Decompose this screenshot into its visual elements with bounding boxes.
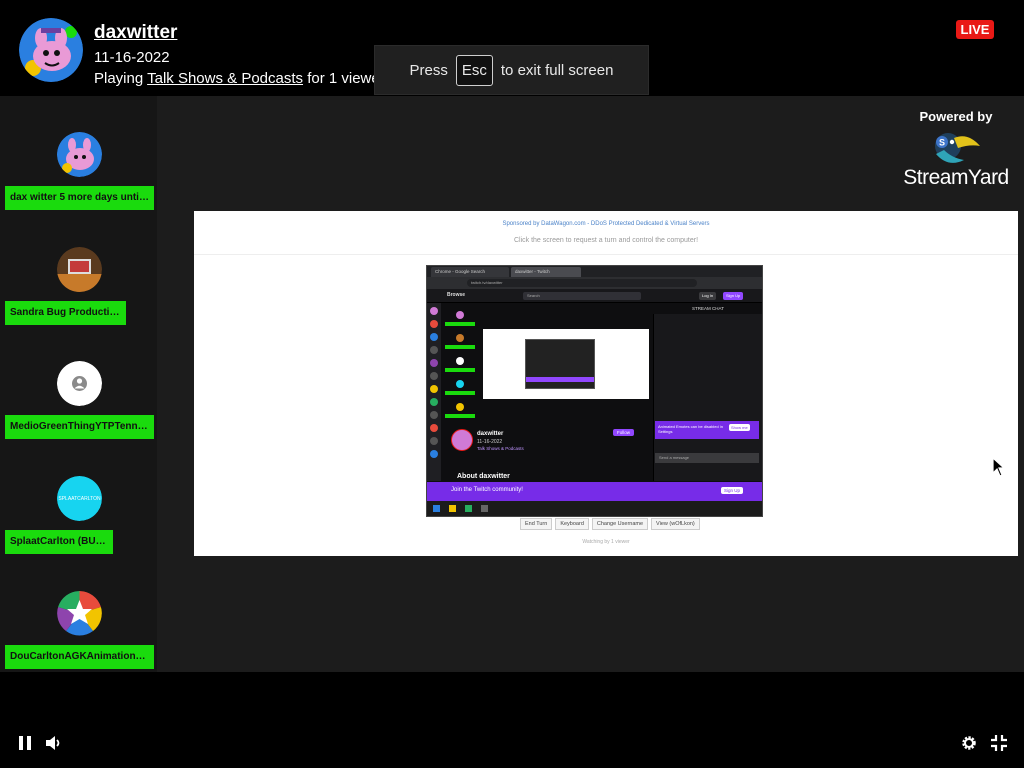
- guest-list: dax witter 5 more days until... Sandra B…: [0, 96, 157, 672]
- control-buttons: End Turn Keyboard Change Username View (…: [520, 518, 700, 530]
- guest-name-label: dax witter 5 more days until...: [5, 186, 154, 210]
- channel-avatar[interactable]: [19, 18, 83, 82]
- guest-tile: Sandra Bug Productions: [0, 247, 157, 362]
- follow-button[interactable]: Follow: [613, 429, 635, 436]
- guest-avatar: SPLAATCARLTON: [57, 476, 102, 521]
- twitch-channel-name: daxwitter: [477, 431, 504, 437]
- twitch-login-button[interactable]: Log In: [699, 292, 717, 300]
- twitch-category[interactable]: Talk Shows & Podcasts: [477, 446, 524, 451]
- viewer-count: for 1 viewer: [307, 70, 380, 87]
- address-bar[interactable]: twitch.tv/daxwitter: [467, 279, 697, 287]
- toast-prefix: Press: [409, 61, 448, 79]
- nested-guest-list: [441, 303, 481, 443]
- join-text: Join the Twitch community!: [451, 487, 523, 493]
- keyboard-button[interactable]: Keyboard: [555, 518, 589, 530]
- live-badge: LIVE: [956, 20, 994, 39]
- guest-name-label: SplaatCarlton (BUSY): [5, 530, 113, 554]
- guest-avatar: [57, 591, 102, 636]
- divider: [194, 254, 1018, 255]
- about-heading: About daxwitter: [457, 473, 510, 480]
- end-turn-button[interactable]: End Turn: [520, 518, 553, 530]
- view-button[interactable]: View (wOfLkon): [651, 518, 700, 530]
- guest-tile: MedioGreenThingYTPTennis...: [0, 361, 157, 476]
- dax-avatar-icon: [57, 132, 102, 177]
- instruction-text: Click the screen to request a turn and c…: [513, 237, 699, 244]
- browser-tab-strip: Chrome - Google Search daxwitter - Twitc…: [427, 266, 762, 277]
- star-avatar-icon: [57, 591, 102, 636]
- twitch-stream-title: 11-16-2022: [477, 439, 503, 445]
- nested-player: [481, 303, 651, 418]
- stream-title: 11-16-2022: [94, 49, 170, 66]
- os-taskbar: [427, 501, 762, 516]
- playing-prefix: Playing: [94, 70, 144, 87]
- gear-icon[interactable]: [960, 734, 978, 752]
- exit-fullscreen-icon[interactable]: [990, 734, 1008, 752]
- splaatcarlton-avatar-icon: SPLAATCARLTON: [57, 476, 102, 521]
- toast-suffix: to exit full screen: [500, 61, 614, 79]
- streamyard-logo-icon: S: [935, 133, 980, 163]
- guest-name-label: Sandra Bug Productions: [5, 301, 126, 325]
- mouse-cursor-icon: [992, 457, 1006, 477]
- emote-prompt: Animated Emotes can be disabled in Setti…: [655, 421, 759, 439]
- streamyard-wordmark: StreamYard: [903, 166, 1009, 189]
- pause-icon[interactable]: [16, 734, 34, 752]
- dax-avatar-icon: [19, 18, 83, 82]
- streamyard-branding: Powered by S StreamYard: [896, 109, 1016, 190]
- browser-tab[interactable]: daxwitter - Twitch: [511, 267, 581, 277]
- twitch-channel-avatar: [451, 429, 473, 451]
- fullscreen-toast: Press Esc to exit full screen: [374, 45, 649, 95]
- volume-icon[interactable]: [44, 734, 62, 752]
- change-username-button[interactable]: Change Username: [591, 518, 649, 530]
- guest-avatar: [57, 247, 102, 292]
- svg-text:S: S: [939, 138, 945, 148]
- sponsor-text: Sponsored by DataWagon.com - DDoS Protec…: [502, 221, 710, 227]
- emote-prompt-text: Animated Emotes can be disabled in Setti…: [658, 424, 723, 434]
- chat-input[interactable]: Send a message: [655, 453, 759, 463]
- channel-name-link[interactable]: daxwitter: [94, 22, 177, 44]
- browser-toolbar: twitch.tv/daxwitter: [427, 277, 762, 289]
- video-player[interactable]: dax witter 5 more days until... Sandra B…: [0, 96, 1024, 672]
- twitch-side-rail: [427, 303, 441, 481]
- powered-by-label: Powered by: [919, 109, 993, 124]
- twitch-nav: Browse Search Log In Sign Up: [427, 289, 762, 303]
- remote-browser-window[interactable]: Chrome - Google Search daxwitter - Twitc…: [426, 265, 763, 517]
- twitch-search-input[interactable]: Search: [523, 292, 641, 300]
- guest-tile: dax witter 5 more days until...: [0, 132, 157, 247]
- playing-line: Playing Talk Shows & Podcasts for 1 view…: [94, 70, 380, 87]
- stream-chat-title: STREAM CHAT: [692, 306, 724, 311]
- category-link[interactable]: Talk Shows & Podcasts: [147, 70, 303, 87]
- player-controls: [0, 672, 1024, 768]
- join-banner: Join the Twitch community! Sign Up: [427, 482, 762, 501]
- watching-text: Watching by 1 viewer: [582, 539, 630, 545]
- guest-avatar: [57, 361, 102, 406]
- default-user-icon: [57, 361, 102, 406]
- join-signup-button[interactable]: Sign Up: [721, 487, 744, 494]
- browser-tab[interactable]: Chrome - Google Search: [431, 267, 509, 277]
- guest-avatar: [57, 132, 102, 177]
- tv-room-avatar-icon: [57, 247, 102, 292]
- guest-name-label: DouCarltonAGKAnimations ...: [5, 645, 154, 669]
- shared-screen[interactable]: Sponsored by DataWagon.com - DDoS Protec…: [194, 211, 1018, 556]
- show-me-button[interactable]: Show me: [729, 424, 750, 431]
- avatar-text: SPLAATCARLTON: [58, 496, 101, 502]
- esc-key: Esc: [455, 54, 493, 86]
- guest-name-label: MedioGreenThingYTPTennis...: [5, 415, 154, 439]
- twitch-browse-link[interactable]: Browse: [447, 292, 465, 298]
- guest-tile: SPLAATCARLTON SplaatCarlton (BUSY): [0, 476, 157, 591]
- twitch-signup-button[interactable]: Sign Up: [723, 292, 744, 300]
